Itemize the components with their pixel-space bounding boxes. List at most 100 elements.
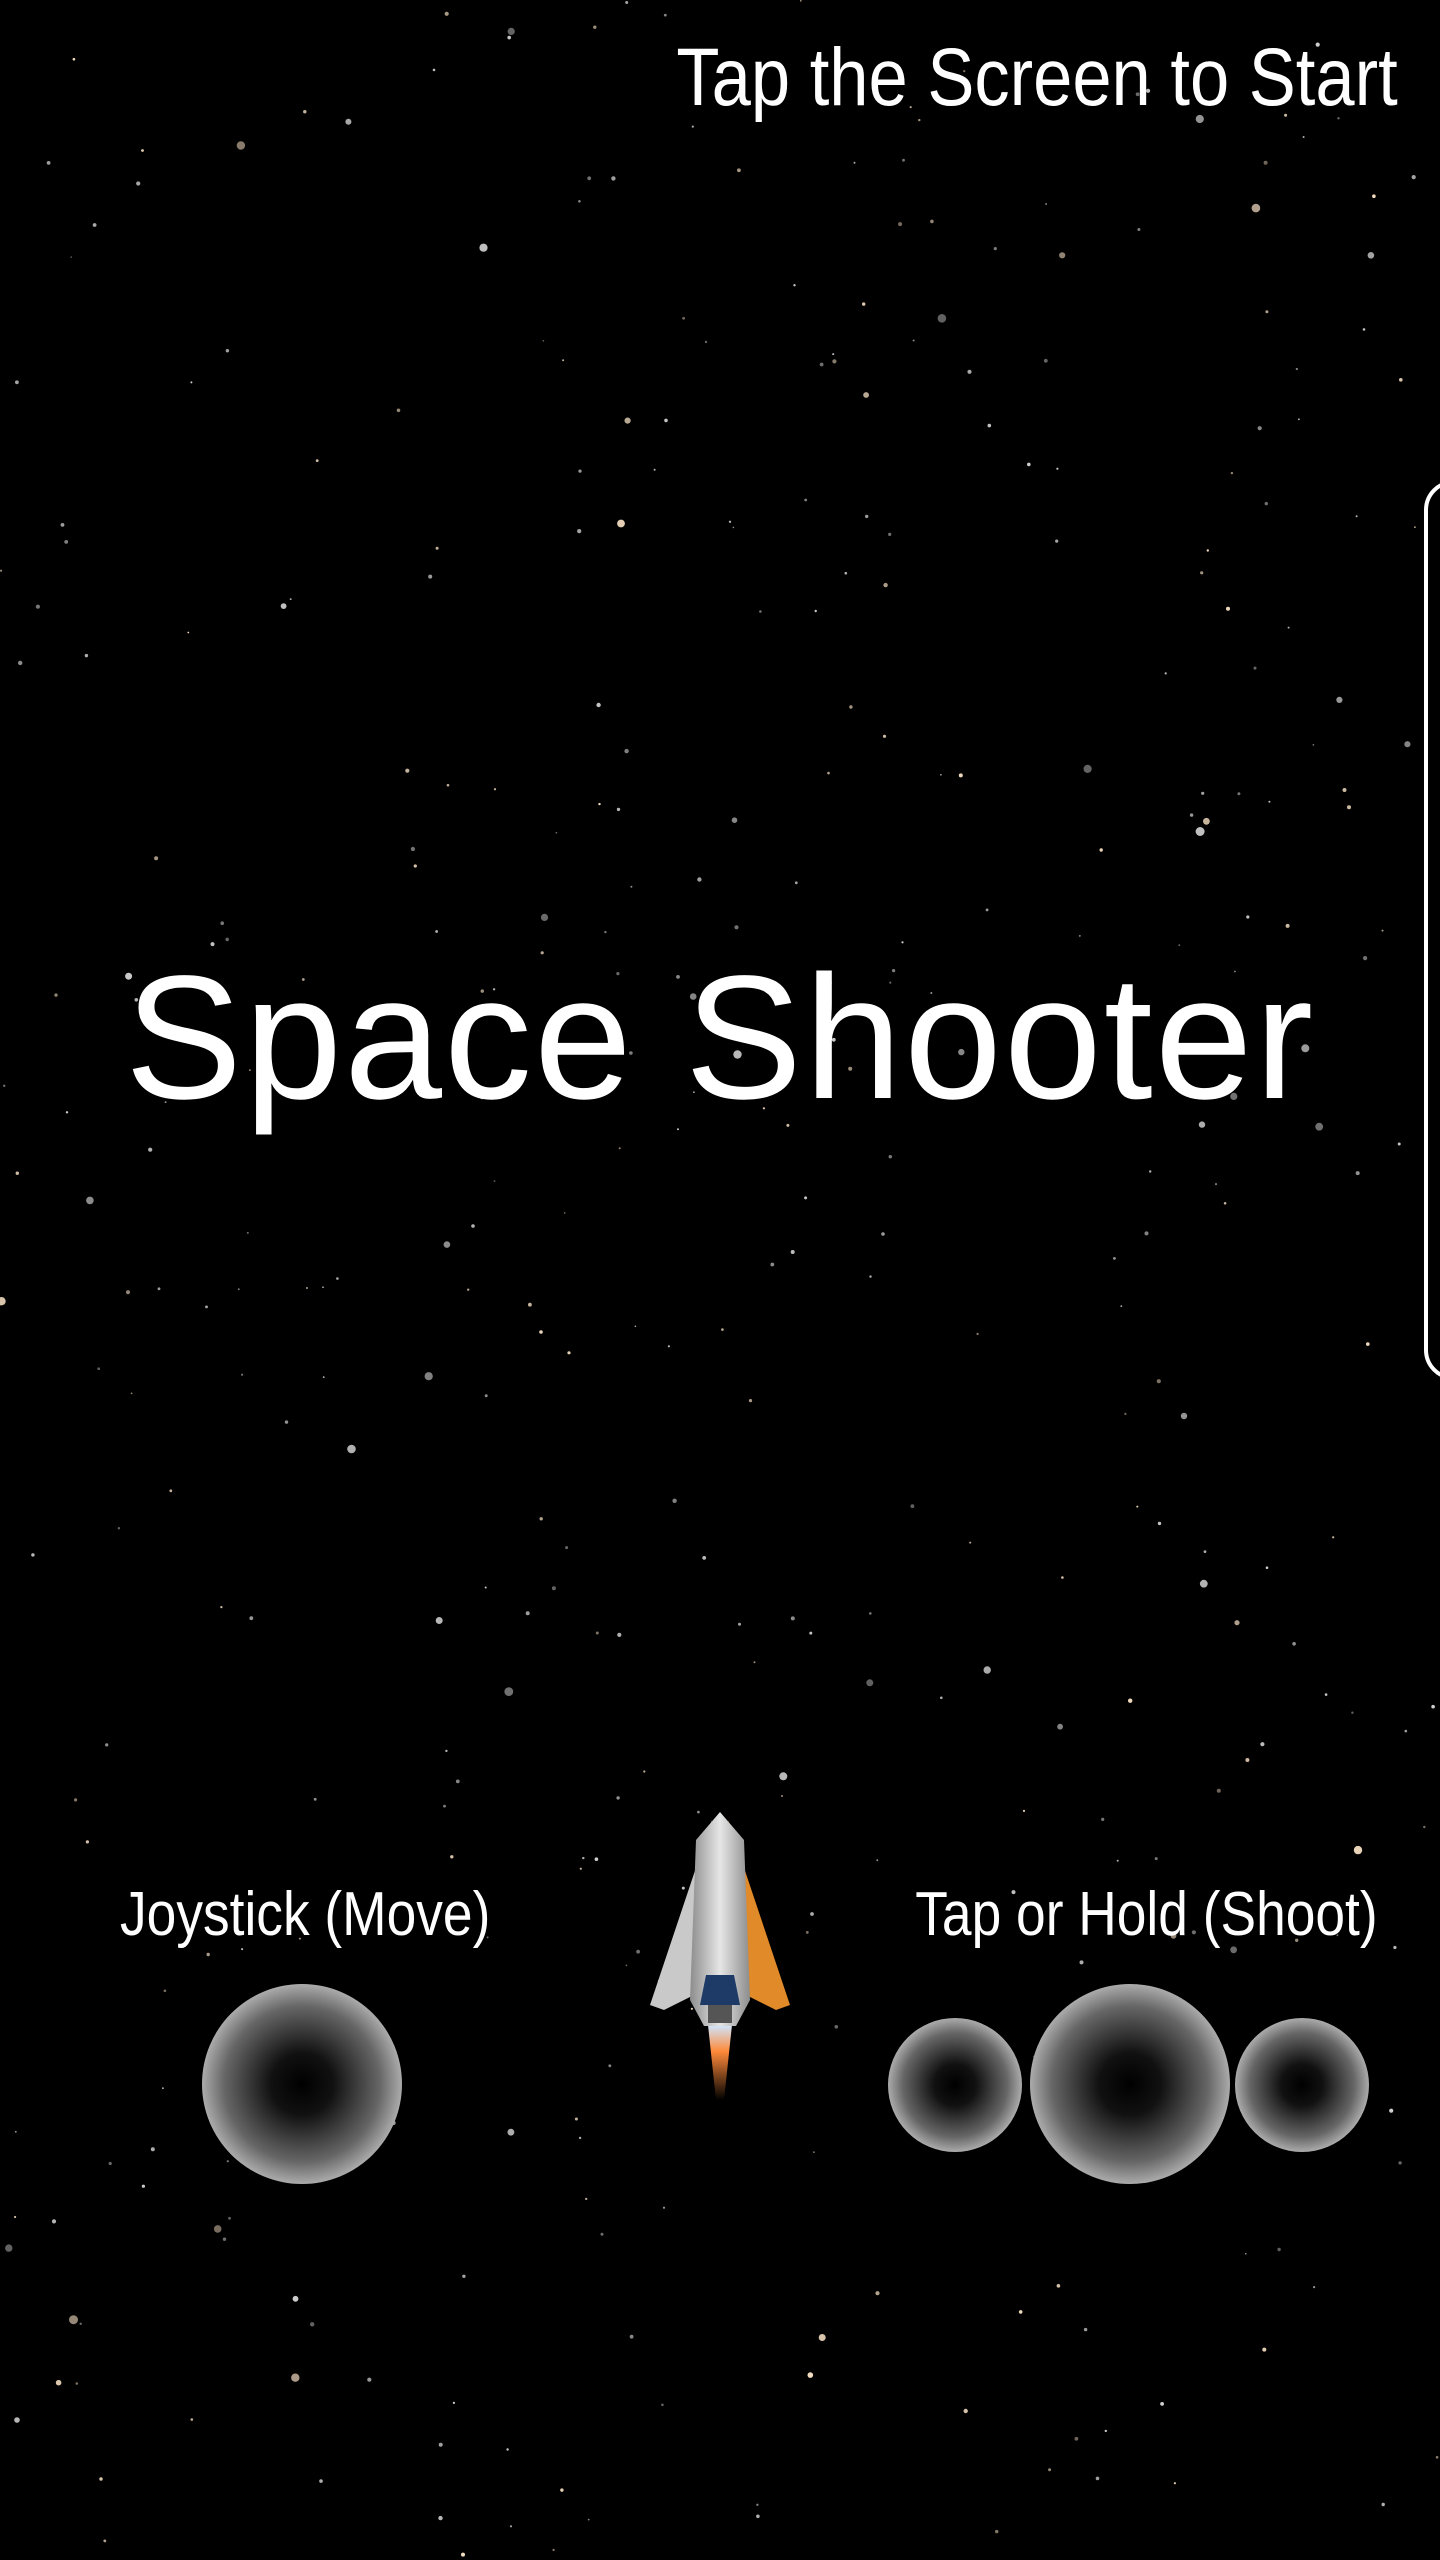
star (976, 1332, 979, 1336)
star (1404, 1729, 1408, 1733)
star (594, 1857, 599, 1861)
star (435, 930, 438, 933)
star (0, 1297, 6, 1306)
star (881, 1232, 885, 1236)
star (1237, 792, 1241, 796)
star (617, 1632, 622, 1637)
star (832, 353, 835, 356)
star (995, 2529, 999, 2534)
star (319, 2479, 323, 2483)
star (1355, 1171, 1360, 1176)
star (347, 1444, 356, 1454)
star (1234, 1620, 1240, 1626)
star (869, 1612, 872, 1615)
star (866, 1679, 874, 1687)
star (444, 11, 449, 16)
edge-panel (1424, 480, 1440, 1380)
star (190, 2418, 194, 2421)
star (1399, 378, 1403, 382)
star (1128, 1698, 1133, 1703)
star (552, 2548, 555, 2552)
star (424, 1372, 433, 1381)
game-title: Space Shooter (124, 940, 1316, 1136)
star (983, 1666, 991, 1674)
star (1230, 471, 1234, 475)
star (790, 1616, 795, 1621)
star (1164, 672, 1167, 675)
star (853, 161, 856, 164)
star (60, 523, 65, 527)
star (484, 1394, 488, 1398)
star (452, 2401, 455, 2404)
star (616, 1796, 620, 1800)
star (1045, 203, 1047, 205)
star (582, 1856, 585, 1860)
star (800, 0, 802, 2)
star (1136, 1505, 1139, 1508)
star (1099, 848, 1103, 852)
star (86, 1196, 94, 1205)
star (1411, 175, 1416, 180)
star (1083, 2327, 1088, 2332)
star (435, 1617, 443, 1624)
star (967, 369, 972, 374)
spaceship-icon (650, 1812, 790, 2100)
star (438, 2442, 443, 2447)
star (756, 2503, 759, 2506)
star (97, 1367, 100, 1370)
star (236, 141, 246, 150)
star (1332, 1536, 1335, 1539)
star (148, 1147, 153, 1152)
star (1260, 1742, 1265, 1747)
star (157, 1287, 161, 1291)
star (1264, 501, 1269, 506)
star (1246, 915, 1250, 919)
star (604, 930, 607, 934)
star (79, 2322, 82, 2325)
star (169, 1489, 173, 1493)
shoot-button-left[interactable] (888, 2018, 1022, 2152)
star (99, 2477, 103, 2481)
star (1253, 666, 1257, 670)
star (5, 2244, 13, 2252)
star (608, 2064, 612, 2068)
star (226, 2160, 229, 2163)
star (190, 381, 193, 384)
star (1195, 827, 1205, 836)
star (108, 2161, 112, 2166)
star (117, 1527, 121, 1530)
star (1157, 1521, 1162, 1526)
star (1298, 418, 1300, 421)
star (15, 1171, 19, 1175)
star (625, 1, 629, 4)
joystick-pad[interactable] (202, 1984, 402, 2184)
star (303, 110, 307, 114)
star (560, 2488, 564, 2492)
star (228, 2216, 231, 2220)
star (663, 13, 667, 17)
shoot-button-right[interactable] (1235, 2018, 1369, 2152)
star (643, 1770, 646, 1773)
star (92, 223, 97, 227)
star (1268, 800, 1271, 803)
star (450, 1855, 454, 1859)
star (567, 1351, 571, 1355)
star (1074, 2436, 1079, 2441)
star (1216, 1788, 1221, 1793)
star (284, 1420, 289, 1424)
star (731, 817, 738, 823)
star (630, 885, 633, 888)
shoot-button-center[interactable] (1030, 1984, 1230, 2184)
star (1101, 1817, 1105, 1821)
star (15, 380, 19, 385)
star (940, 1696, 943, 1700)
star (667, 1345, 671, 1348)
star (467, 1288, 470, 1291)
star (578, 200, 581, 203)
ship-engine (708, 2005, 732, 2023)
star (794, 881, 798, 885)
star (280, 603, 287, 609)
star (1336, 696, 1343, 704)
star (898, 222, 903, 227)
game-screen[interactable]: Tap the Screen to Start Space Shooter Jo… (0, 0, 1440, 2560)
